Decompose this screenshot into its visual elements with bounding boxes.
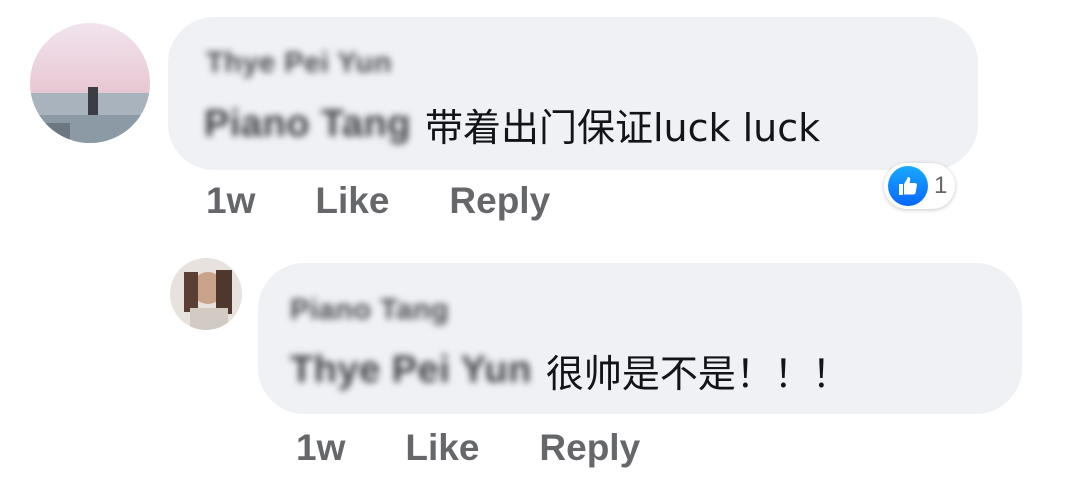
thumbs-up-icon [888,166,928,206]
mention-tag[interactable]: Piano Tang [204,103,411,146]
reply-button[interactable]: Reply [539,427,640,469]
comment-bubble: Piano Tang Thye Pei Yun 很帅是不是！！！ [258,263,1022,414]
comment-text: 带着出门保证luck luck [424,106,821,150]
comment-actions: 1w Like Reply [296,427,640,469]
comment-body: Thye Pei Yun 很帅是不是！！！ [290,343,850,398]
reaction-summary[interactable]: 1 [884,163,956,209]
reaction-count: 1 [934,172,948,199]
comment-author[interactable]: Piano Tang [290,294,449,327]
avatar[interactable] [170,258,242,330]
like-button[interactable]: Like [405,427,479,469]
comment-author[interactable]: Thye Pei Yun [206,47,392,80]
comment-bubble: Thye Pei Yun Piano Tang 带着出门保证luck luck [168,17,978,170]
like-button[interactable]: Like [315,180,389,222]
comment-actions: 1w Like Reply [206,180,550,222]
comment-text: 很帅是不是！！！ [545,352,850,396]
comment-timestamp[interactable]: 1w [206,180,255,222]
reply-button[interactable]: Reply [449,180,550,222]
avatar-photo [30,23,150,143]
comment-timestamp[interactable]: 1w [296,427,345,469]
comment-body: Piano Tang 带着出门保证luck luck [204,97,820,152]
mention-tag[interactable]: Thye Pei Yun [290,349,532,392]
avatar-photo [170,258,242,330]
avatar[interactable] [30,23,150,143]
